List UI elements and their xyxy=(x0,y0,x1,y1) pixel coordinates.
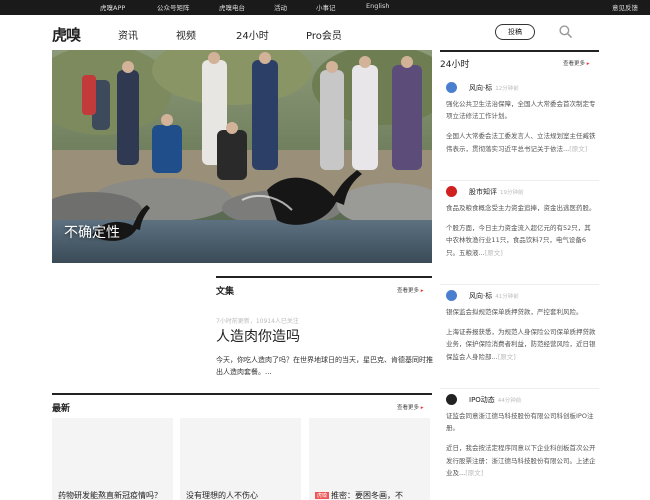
feedback-link[interactable]: 意见反馈 xyxy=(612,2,638,12)
nav-item-24h[interactable]: 24小时 xyxy=(236,27,269,42)
topbar-link-official-accounts[interactable]: 公众号矩阵 xyxy=(157,2,190,12)
author-name[interactable]: IPO动态 44分钟前 xyxy=(469,395,521,405)
h24-entry: IPO动态 44分钟前 证监会同意浙江德马科技股份有限公司科创板IPO注册。 近日… xyxy=(446,394,601,479)
site-logo[interactable]: 虎嗅 xyxy=(52,24,81,45)
card-title: 没有理想的人不伤心 xyxy=(186,491,258,500)
h24-more-link[interactable]: 查看更多 ▸ xyxy=(563,59,590,67)
nav-item-news[interactable]: 资讯 xyxy=(118,27,138,42)
latest-section-title: 最新 xyxy=(52,404,71,414)
card-title-text: 推密：要困冬画，不 xyxy=(331,491,404,500)
topbar-link-events[interactable]: 活动 xyxy=(274,2,287,12)
author-name-text: 风向·标 xyxy=(469,292,493,300)
original-link[interactable]: [原文] xyxy=(465,469,483,477)
latest-divider xyxy=(52,393,432,395)
contribute-button[interactable]: 投稿 xyxy=(495,24,535,40)
entry-paragraph[interactable]: 个股方面，今日主力资金流入超亿元的有52只，其中农林牧渔行业11只，食品饮料7只… xyxy=(446,222,596,259)
entry-paragraph[interactable]: 近日，我会按法定程序同意以下企业科创板首次公开发行股票注册：浙江德马科技股份有限… xyxy=(446,442,596,479)
author-name-text: 股市知评 xyxy=(469,188,497,196)
entry-paragraph[interactable]: 强化公共卫生法治保障，全国人大常委会首次制定专项立法修法工作计划。 xyxy=(446,98,596,122)
h24-entry: 风向·标 12分钟前 强化公共卫生法治保障，全国人大常委会首次制定专项立法修法工作… xyxy=(446,82,601,155)
author-avatar[interactable] xyxy=(446,290,457,301)
site-header: 虎嗅 资讯 视频 24小时 Pro会员 投稿 xyxy=(0,15,650,51)
latest-card[interactable]: 虎嗅 推密：要困冬画，不 xyxy=(309,418,430,500)
hero-caption[interactable]: 不确定性 xyxy=(64,222,120,242)
topbar-link-english[interactable]: English xyxy=(366,2,389,10)
post-time: 19分钟前 xyxy=(500,190,524,196)
entry-separator xyxy=(440,284,599,285)
hero-banner[interactable]: 不确定性 xyxy=(52,50,432,263)
original-link[interactable]: [原文] xyxy=(569,145,587,153)
arrow-right-icon: ▸ xyxy=(420,288,424,294)
card-badge: 虎嗅 xyxy=(315,492,330,499)
entry-paragraph[interactable]: 食品及粮食概念受主力资金追捧，资金出逃医药股。 xyxy=(446,202,596,214)
h24-divider xyxy=(440,50,599,52)
latest-card[interactable]: 药物研发能熬直新冠疫情吗？ xyxy=(52,418,173,500)
feature-divider xyxy=(216,276,432,278)
feature-section-title: 文集 xyxy=(216,287,235,297)
author-name[interactable]: 风向·标 12分钟前 xyxy=(469,83,519,93)
author-name[interactable]: 风向·标 41分钟前 xyxy=(469,291,519,301)
entry-paragraph[interactable]: 上海证券报获悉，为规范人身保险公司保单质押贷款业务，保护保险消费者利益，防范经营… xyxy=(446,326,596,363)
nav-item-video[interactable]: 视频 xyxy=(176,27,196,42)
feature-more-label: 查看更多 xyxy=(397,288,420,294)
entry-separator xyxy=(440,180,599,181)
author-avatar[interactable] xyxy=(446,82,457,93)
original-link[interactable]: [原文] xyxy=(485,249,503,257)
card-title: 药物研发能熬直新冠疫情吗？ xyxy=(58,491,162,500)
entry-paragraph-text: 个股方面，今日主力资金流入超亿元的有52只，其中农林牧渔行业11只，食品饮料7只… xyxy=(446,224,591,257)
author-avatar[interactable] xyxy=(446,186,457,197)
card-title: 虎嗅 推密：要困冬画，不 xyxy=(315,490,403,500)
feature-meta: 7小时前更新，10914人已关注 xyxy=(216,318,299,325)
post-time: 41分钟前 xyxy=(495,294,519,300)
entry-paragraph-text: 上海证券报获悉，为规范人身保险公司保单质押贷款业务，保护保险消费者利益，防范经营… xyxy=(446,328,596,361)
h24-entry: 风向·标 41分钟前 银保监会拟规范保单质押贷款，严控套利风险。 上海证券报获悉，… xyxy=(446,290,601,363)
post-time: 12分钟前 xyxy=(495,86,519,92)
feature-description: 今天，你吃人造肉了吗？在世界地球日的当天，星巴克、肯德基同时推出人造肉套餐。..… xyxy=(216,356,433,376)
h24-title: 24小时 xyxy=(440,60,470,70)
top-bar: 虎嗅APP 公众号矩阵 虎嗅电台 活动 小事记 English 意见反馈 xyxy=(0,0,650,15)
latest-more-link[interactable]: 查看更多 ▸ xyxy=(397,403,424,411)
feature-more-link[interactable]: 查看更多 ▸ xyxy=(397,286,424,294)
original-link[interactable]: [原文] xyxy=(498,353,516,361)
arrow-right-icon: ▸ xyxy=(586,61,590,67)
topbar-link-app[interactable]: 虎嗅APP xyxy=(100,2,125,12)
feature-title[interactable]: 人造肉你造吗 xyxy=(216,326,300,346)
entry-separator xyxy=(440,388,599,389)
entry-paragraph[interactable]: 证监会同意浙江德马科技股份有限公司科创板IPO注册。 xyxy=(446,410,596,434)
author-name[interactable]: 股市知评 19分钟前 xyxy=(469,187,524,197)
latest-card[interactable]: 没有理想的人不伤心 xyxy=(180,418,301,500)
latest-more-label: 查看更多 xyxy=(397,405,420,411)
topbar-link-timeline[interactable]: 小事记 xyxy=(316,2,336,12)
author-name-text: 风向·标 xyxy=(469,84,493,92)
entry-paragraph[interactable]: 银保监会拟规范保单质押贷款，严控套利风险。 xyxy=(446,306,596,318)
nav-item-pro[interactable]: Pro会员 xyxy=(306,27,342,42)
topbar-link-radio[interactable]: 虎嗅电台 xyxy=(219,2,245,12)
post-time: 44分钟前 xyxy=(497,398,522,404)
author-avatar[interactable] xyxy=(446,394,457,405)
search-icon[interactable] xyxy=(559,25,572,38)
entry-paragraph[interactable]: 全国人大常委会法工委发言人、立法规划室主任臧铁伟表示，贯彻落实习近平总书记关于依… xyxy=(446,130,596,154)
arrow-right-icon: ▸ xyxy=(420,405,424,411)
h24-entry: 股市知评 19分钟前 食品及粮食概念受主力资金追捧，资金出逃医药股。 个股方面，今… xyxy=(446,186,601,259)
author-name-text: IPO动态 xyxy=(469,396,495,404)
h24-more-label: 查看更多 xyxy=(563,61,586,67)
